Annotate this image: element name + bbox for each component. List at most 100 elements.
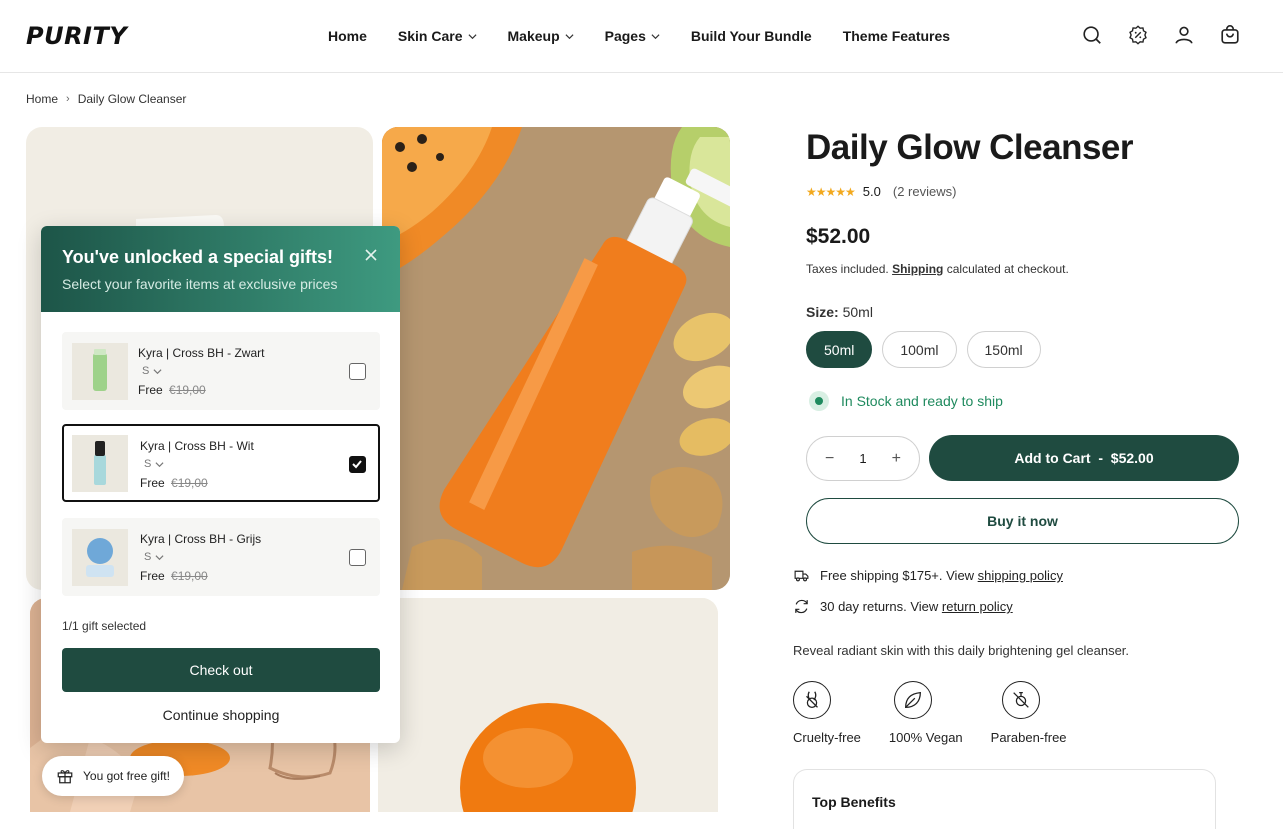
gift-name: Kyra | Cross BH - Wit xyxy=(140,439,254,453)
add-to-cart-button[interactable]: Add to Cart - $52.00 xyxy=(929,435,1239,481)
top-benefits-accordion[interactable]: Top Benefits xyxy=(793,769,1216,829)
gift-variant-select[interactable]: S xyxy=(144,551,164,563)
nav-label: Build Your Bundle xyxy=(690,28,812,44)
quantity-stepper: − 1 + xyxy=(806,436,920,481)
gift-item[interactable]: Kyra | Cross BH - Zwart S Free €19,00 xyxy=(62,332,380,410)
return-policy-link[interactable]: return policy xyxy=(942,599,1013,614)
free-gift-pill[interactable]: You got free gift! xyxy=(42,756,184,796)
search-icon[interactable] xyxy=(1081,24,1103,46)
size-option-100ml[interactable]: 100ml xyxy=(882,331,957,368)
gift-price: Free €19,00 xyxy=(140,569,208,583)
size-option-150ml[interactable]: 150ml xyxy=(966,331,1041,368)
product-image-2[interactable] xyxy=(382,127,730,590)
product-rating[interactable]: ★★★★★ 5.0 (2 reviews) xyxy=(806,184,956,199)
gift-price: Free €19,00 xyxy=(138,383,206,397)
quantity-value[interactable]: 1 xyxy=(859,451,866,466)
variant-value: S xyxy=(144,551,152,563)
gift-popup-title: You've unlocked a special gifts! xyxy=(62,247,334,267)
badge-label: Cruelty-free xyxy=(793,730,861,745)
nav-item-pages[interactable]: Pages xyxy=(605,28,660,44)
gift-popup: You've unlocked a special gifts! Select … xyxy=(41,226,400,743)
product-title: Daily Glow Cleanser xyxy=(806,128,1134,167)
account-icon[interactable] xyxy=(1173,24,1195,46)
size-option-50ml[interactable]: 50ml xyxy=(806,331,873,368)
chevron-down-icon xyxy=(565,33,574,39)
gift-popup-header: You've unlocked a special gifts! Select … xyxy=(41,226,400,312)
main-nav: Home Skin Care Makeup Pages Build Your B… xyxy=(328,28,981,44)
nav-label: Skin Care xyxy=(397,28,463,44)
review-count: (2 reviews) xyxy=(892,184,957,199)
cart-icon[interactable] xyxy=(1219,24,1241,46)
product-badges: Cruelty-free 100% Vegan Paraben-free xyxy=(793,681,1095,745)
gift-checkbox[interactable] xyxy=(349,363,366,380)
site-logo[interactable]: PURITY xyxy=(26,22,127,50)
gift-thumbnail xyxy=(72,529,128,586)
checkmark-icon xyxy=(352,460,362,469)
tax-text: Taxes included. xyxy=(806,262,893,276)
gift-price: Free €19,00 xyxy=(140,476,208,490)
variant-value: S xyxy=(142,365,150,377)
delivery-truck-icon xyxy=(794,570,809,582)
variant-value: S xyxy=(144,458,152,470)
no-chemical-icon xyxy=(1001,681,1040,719)
nav-item-makeup[interactable]: Makeup xyxy=(508,28,574,44)
buy-now-button[interactable]: Buy it now xyxy=(806,498,1239,544)
size-label-key: Size: xyxy=(806,304,839,320)
badge-label: Paraben-free xyxy=(990,730,1067,745)
quantity-increase-button[interactable]: + xyxy=(892,450,901,468)
nav-item-build-your-bundle[interactable]: Build Your Bundle xyxy=(691,28,812,44)
gift-price-free: Free xyxy=(140,476,165,490)
gift-selected-count: 1/1 gift selected xyxy=(62,619,147,633)
size-label-value: 50ml xyxy=(842,304,873,320)
breadcrumb-separator: › xyxy=(66,93,70,105)
continue-shopping-link[interactable]: Continue shopping xyxy=(62,707,380,723)
gift-variant-select[interactable]: S xyxy=(144,458,164,470)
nav-item-home[interactable]: Home xyxy=(328,28,367,44)
size-options: 50ml 100ml 150ml xyxy=(806,331,1041,368)
shipping-link[interactable]: Shipping xyxy=(892,262,943,276)
nav-item-theme-features[interactable]: Theme Features xyxy=(843,28,950,44)
size-label: Size: 50ml xyxy=(806,304,873,320)
chevron-down-icon xyxy=(155,461,164,467)
nav-label: Home xyxy=(328,28,367,44)
gift-old-price: €19,00 xyxy=(171,476,208,490)
badge-vegan: 100% Vegan xyxy=(889,681,963,745)
returns-perk: 30 day returns. View return policy xyxy=(793,598,1013,615)
nav-item-skin-care[interactable]: Skin Care xyxy=(398,28,477,44)
product-price: $52.00 xyxy=(806,225,871,248)
product-image-4[interactable] xyxy=(378,598,718,812)
gift-thumbnail xyxy=(72,435,128,492)
chevron-down-icon xyxy=(153,368,162,374)
perk-text: Free shipping $175+. View xyxy=(820,568,978,583)
gift-name: Kyra | Cross BH - Zwart xyxy=(138,346,265,360)
gift-item[interactable]: Kyra | Cross BH - Wit S Free €19,00 xyxy=(62,424,380,502)
gift-item[interactable]: Kyra | Cross BH - Grijs S Free €19,00 xyxy=(62,518,380,596)
rabbit-icon xyxy=(793,681,831,719)
header-icons xyxy=(1081,24,1241,46)
chevron-down-icon xyxy=(651,33,660,39)
gift-old-price: €19,00 xyxy=(169,383,206,397)
shipping-policy-link[interactable]: shipping policy xyxy=(978,568,1063,583)
rating-value: 5.0 xyxy=(862,184,881,199)
checkout-button[interactable]: Check out xyxy=(62,648,380,692)
perk-text: 30 day returns. View xyxy=(820,599,942,614)
refresh-icon xyxy=(795,599,808,614)
quantity-decrease-button[interactable]: − xyxy=(825,450,834,468)
gift-price-free: Free xyxy=(138,383,163,397)
gift-price-free: Free xyxy=(140,569,165,583)
badge-paraben-free: Paraben-free xyxy=(991,681,1067,745)
discount-badge-icon[interactable] xyxy=(1127,24,1149,46)
site-header: PURITY Home Skin Care Makeup Pages Build… xyxy=(0,0,1283,73)
in-stock-icon xyxy=(809,391,829,411)
nav-label: Theme Features xyxy=(842,28,951,44)
product-description: Reveal radiant skin with this daily brig… xyxy=(793,643,1130,658)
gift-variant-select[interactable]: S xyxy=(142,365,162,377)
gift-checkbox[interactable] xyxy=(349,549,366,566)
free-gift-text: You got free gift! xyxy=(83,769,170,783)
gift-checkbox-checked[interactable] xyxy=(349,456,366,473)
breadcrumb-home[interactable]: Home xyxy=(26,92,58,106)
close-icon[interactable] xyxy=(364,248,378,262)
badge-cruelty-free: Cruelty-free xyxy=(793,681,861,745)
gift-icon xyxy=(57,770,73,784)
breadcrumb: Home › Daily Glow Cleanser xyxy=(26,92,186,106)
